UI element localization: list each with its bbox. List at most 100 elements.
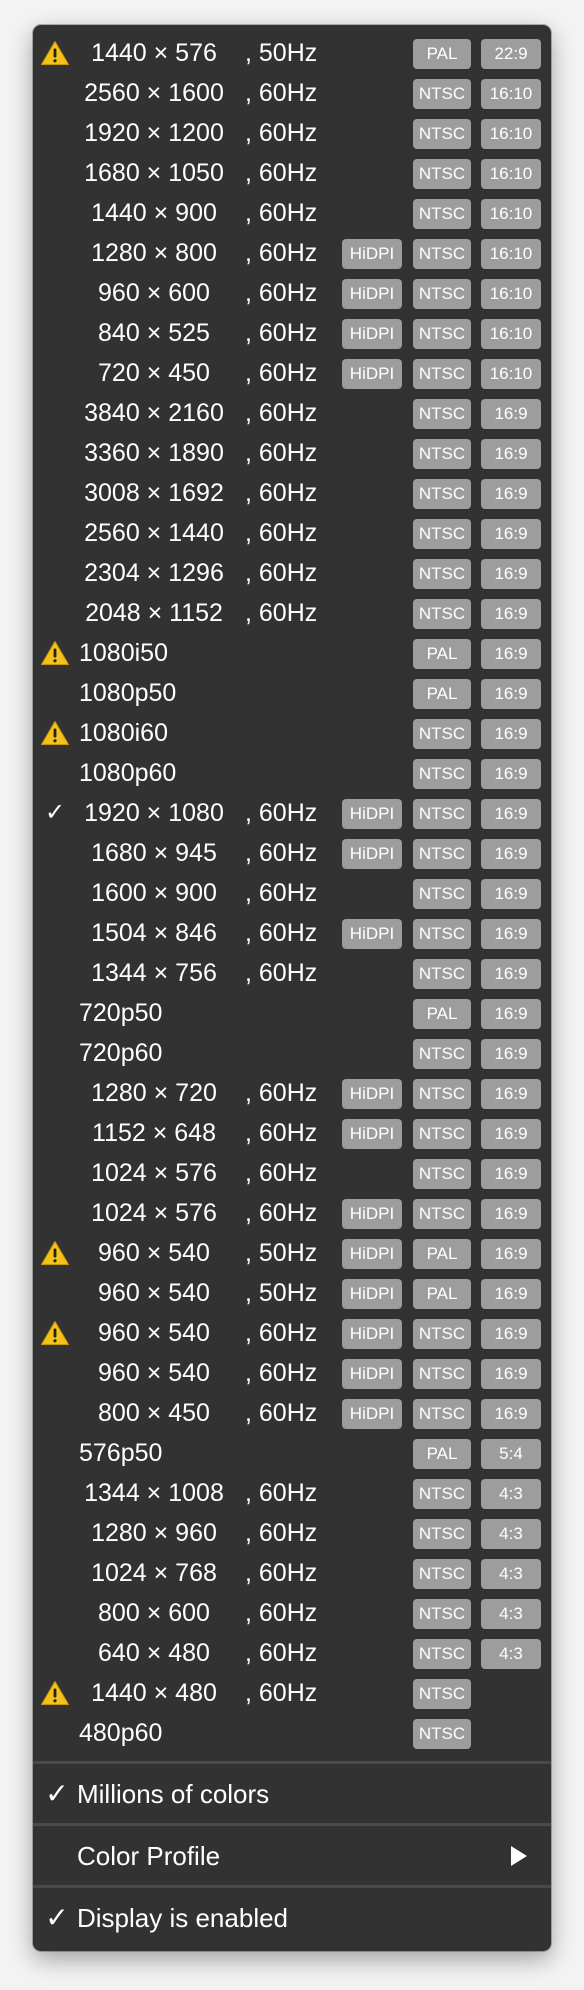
- resolution-menu-item[interactable]: 800 × 600 , 60Hz NTSC 4:3: [33, 1593, 551, 1633]
- signal-standard-badge: NTSC: [413, 839, 471, 869]
- aspect-ratio-badge: 16:9: [481, 1279, 541, 1309]
- resolution-menu-item[interactable]: 1024 × 576 , 60Hz HiDPI NTSC 16:9: [33, 1193, 551, 1233]
- signal-standard-badge: NTSC: [413, 599, 471, 629]
- resolution-menu-item[interactable]: 1152 × 648 , 60Hz HiDPI NTSC 16:9: [33, 1113, 551, 1153]
- resolution-label: 1680 × 1050: [84, 159, 224, 187]
- resolution-menu-item[interactable]: 2560 × 1440 , 60Hz NTSC 16:9: [33, 513, 551, 553]
- resolution-menu-item[interactable]: 576p50 PAL 5:4: [33, 1433, 551, 1473]
- refresh-rate-label: , 60Hz: [245, 959, 318, 987]
- signal-standard-badge: NTSC: [413, 1479, 471, 1509]
- resolution-menu-item[interactable]: 1280 × 960 , 60Hz NTSC 4:3: [33, 1513, 551, 1553]
- signal-standard-badge: NTSC: [413, 399, 471, 429]
- resolution-menu-item[interactable]: 1440 × 576 , 50Hz PAL 22:9: [33, 33, 551, 73]
- signal-standard-badge: NTSC: [413, 879, 471, 909]
- resolution-menu-item[interactable]: 3360 × 1890 , 60Hz NTSC 16:9: [33, 433, 551, 473]
- resolution-menu-item[interactable]: 640 × 480 , 60Hz NTSC 4:3: [33, 1633, 551, 1673]
- checkmark-icon: ✓: [45, 1902, 69, 1933]
- resolution-menu-item[interactable]: 960 × 540 , 60Hz HiDPI NTSC 16:9: [33, 1353, 551, 1393]
- refresh-rate-label: , 60Hz: [245, 439, 318, 467]
- signal-standard-badge: NTSC: [413, 759, 471, 789]
- aspect-ratio-badge: 22:9: [481, 39, 541, 69]
- resolution-menu-item[interactable]: 1024 × 576 , 60Hz NTSC 16:9: [33, 1153, 551, 1193]
- resolution-menu-item[interactable]: 3840 × 2160 , 60Hz NTSC 16:9: [33, 393, 551, 433]
- signal-standard-badge: NTSC: [413, 159, 471, 189]
- signal-standard-badge: NTSC: [413, 1039, 471, 1069]
- aspect-ratio-badge: 16:9: [481, 479, 541, 509]
- resolution-label: 3840 × 2160: [84, 399, 224, 427]
- refresh-rate-label: , 60Hz: [245, 1599, 318, 1627]
- hidpi-badge: HiDPI: [342, 839, 402, 869]
- resolution-menu-item[interactable]: 480p60 NTSC: [33, 1713, 551, 1753]
- resolution-menu-item[interactable]: 3008 × 1692 , 60Hz NTSC 16:9: [33, 473, 551, 513]
- resolution-menu-item[interactable]: 1504 × 846 , 60Hz HiDPI NTSC 16:9: [33, 913, 551, 953]
- resolution-label: 640 × 480: [98, 1639, 210, 1667]
- aspect-ratio-badge: 16:9: [481, 759, 541, 789]
- resolution-menu-item[interactable]: 960 × 540 , 50Hz HiDPI PAL 16:9: [33, 1273, 551, 1313]
- resolution-label: 720p60: [79, 1039, 163, 1067]
- resolution-menu-item[interactable]: 720 × 450 , 60Hz HiDPI NTSC 16:10: [33, 353, 551, 393]
- aspect-ratio-badge: 16:9: [481, 1119, 541, 1149]
- hidpi-badge: HiDPI: [342, 1399, 402, 1429]
- refresh-rate-label: , 60Hz: [245, 1359, 318, 1387]
- resolution-menu-item[interactable]: 1280 × 800 , 60Hz HiDPI NTSC 16:10: [33, 233, 551, 273]
- menu-item-display-is-enabled[interactable]: ✓ Display is enabled: [33, 1889, 551, 1947]
- resolution-menu-item[interactable]: 1080i60 NTSC 16:9: [33, 713, 551, 753]
- signal-standard-badge: PAL: [413, 679, 471, 709]
- aspect-ratio-badge: 4:3: [481, 1599, 541, 1629]
- resolution-label: 1080p50: [79, 679, 177, 707]
- resolution-menu-item[interactable]: 1080p50 PAL 16:9: [33, 673, 551, 713]
- aspect-ratio-badge: 16:9: [481, 399, 541, 429]
- refresh-rate-label: , 50Hz: [245, 1239, 318, 1267]
- resolution-menu-item[interactable]: 1600 × 900 , 60Hz NTSC 16:9: [33, 873, 551, 913]
- signal-standard-badge: NTSC: [413, 1679, 471, 1709]
- aspect-ratio-badge: 5:4: [481, 1439, 541, 1469]
- resolution-menu-item[interactable]: 1440 × 900 , 60Hz NTSC 16:10: [33, 193, 551, 233]
- resolution-menu-item[interactable]: 1344 × 756 , 60Hz NTSC 16:9: [33, 953, 551, 993]
- resolution-label: 960 × 540: [98, 1279, 210, 1307]
- resolution-label: 720p50: [79, 999, 163, 1027]
- resolution-menu-item[interactable]: 1440 × 480 , 60Hz NTSC: [33, 1673, 551, 1713]
- resolution-label: 1152 × 648: [92, 1119, 216, 1147]
- resolution-label: 960 × 540: [98, 1359, 210, 1387]
- resolution-menu-item[interactable]: 1344 × 1008 , 60Hz NTSC 4:3: [33, 1473, 551, 1513]
- resolution-menu-item[interactable]: 960 × 540 , 50Hz HiDPI PAL 16:9: [33, 1233, 551, 1273]
- refresh-rate-label: , 60Hz: [245, 1639, 318, 1667]
- aspect-ratio-badge: 16:9: [481, 1399, 541, 1429]
- resolution-menu-item[interactable]: 1920 × 1200 , 60Hz NTSC 16:10: [33, 113, 551, 153]
- resolution-menu-item[interactable]: 800 × 450 , 60Hz HiDPI NTSC 16:9: [33, 1393, 551, 1433]
- refresh-rate-label: , 60Hz: [245, 359, 318, 387]
- menu-item-millions-of-colors[interactable]: ✓ Millions of colors: [33, 1765, 551, 1823]
- signal-standard-badge: NTSC: [413, 79, 471, 109]
- refresh-rate-label: , 60Hz: [245, 239, 318, 267]
- resolution-menu-item[interactable]: 1080p60 NTSC 16:9: [33, 753, 551, 793]
- refresh-rate-label: , 60Hz: [245, 1479, 318, 1507]
- resolution-menu-item[interactable]: ✓ 1920 × 1080 , 60Hz HiDPI NTSC 16:9: [33, 793, 551, 833]
- resolution-menu-item[interactable]: 1080i50 PAL 16:9: [33, 633, 551, 673]
- resolution-menu-item[interactable]: 1280 × 720 , 60Hz HiDPI NTSC 16:9: [33, 1073, 551, 1113]
- resolution-menu-item[interactable]: 2048 × 1152 , 60Hz NTSC 16:9: [33, 593, 551, 633]
- refresh-rate-label: , 60Hz: [245, 839, 318, 867]
- resolution-menu-item[interactable]: 1680 × 1050 , 60Hz NTSC 16:10: [33, 153, 551, 193]
- resolution-menu-item[interactable]: 720p60 NTSC 16:9: [33, 1033, 551, 1073]
- resolution-menu-item[interactable]: 1024 × 768 , 60Hz NTSC 4:3: [33, 1553, 551, 1593]
- aspect-ratio-badge: 16:9: [481, 839, 541, 869]
- resolution-menu-item[interactable]: 840 × 525 , 60Hz HiDPI NTSC 16:10: [33, 313, 551, 353]
- refresh-rate-label: , 60Hz: [245, 1559, 318, 1587]
- aspect-ratio-badge: 4:3: [481, 1519, 541, 1549]
- aspect-ratio-badge: 16:10: [481, 159, 541, 189]
- signal-standard-badge: NTSC: [413, 1159, 471, 1189]
- menu-item-label: Display is enabled: [77, 1903, 289, 1933]
- resolution-menu-item[interactable]: 960 × 600 , 60Hz HiDPI NTSC 16:10: [33, 273, 551, 313]
- resolution-menu-item[interactable]: 720p50 PAL 16:9: [33, 993, 551, 1033]
- resolution-menu-item[interactable]: 2304 × 1296 , 60Hz NTSC 16:9: [33, 553, 551, 593]
- resolution-menu-item[interactable]: 960 × 540 , 60Hz HiDPI NTSC 16:9: [33, 1313, 551, 1353]
- aspect-ratio-badge: 16:10: [481, 199, 541, 229]
- resolution-menu-item[interactable]: 1680 × 945 , 60Hz HiDPI NTSC 16:9: [33, 833, 551, 873]
- aspect-ratio-badge: 16:10: [481, 239, 541, 269]
- resolution-label: 1344 × 756: [91, 959, 217, 987]
- signal-standard-badge: NTSC: [413, 199, 471, 229]
- refresh-rate-label: , 50Hz: [245, 1279, 318, 1307]
- menu-item-color-profile[interactable]: Color Profile: [33, 1827, 551, 1885]
- resolution-label: 480p60: [79, 1719, 163, 1747]
- resolution-menu-item[interactable]: 2560 × 1600 , 60Hz NTSC 16:10: [33, 73, 551, 113]
